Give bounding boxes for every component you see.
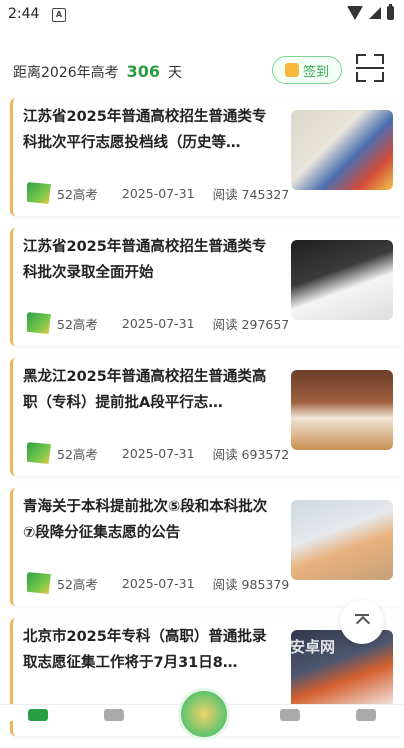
signal-icon [369, 7, 381, 19]
countdown-unit: 天 [168, 65, 183, 81]
article-title: 黑龙江2025年普通高校招生普通类高职（专科）提前批A段平行志… [23, 369, 267, 411]
article-source: 52高考 [57, 186, 98, 202]
article-date: 2025-07-31 [121, 445, 195, 461]
status-time: 2:44 [8, 6, 40, 22]
article-title: 江苏省2025年普通高校招生普通类专科批次录取全面开始 [23, 239, 267, 281]
article-feed: 江苏省2025年普通高校招生普通类专科批次平行志愿投档线（历史等… 52高考 2… [10, 98, 404, 748]
article-thumbnail [291, 370, 393, 450]
countdown-days: 306 [126, 62, 161, 81]
source-logo-icon [27, 312, 51, 334]
notification-icon: A [52, 8, 66, 22]
article-thumbnail [291, 110, 393, 190]
scroll-to-top-button[interactable] [340, 600, 384, 644]
article-source: 52高考 [57, 576, 98, 592]
nav-book-icon[interactable] [104, 709, 124, 721]
wifi-icon [347, 6, 363, 20]
checkin-label: 签到 [302, 64, 329, 80]
scan-icon[interactable] [356, 54, 384, 82]
nav-profile-icon[interactable] [356, 709, 376, 721]
article-thumbnail [291, 240, 393, 320]
source-logo-icon [27, 182, 51, 204]
article-meta: 52高考 2025-07-31 阅读 745327 [27, 182, 297, 204]
exam-countdown: 距离2026年高考 306 天 [13, 62, 182, 82]
article-source: 52高考 [57, 446, 98, 462]
article-card[interactable]: 江苏省2025年普通高校招生普通类专科批次平行志愿投档线（历史等… 52高考 2… [10, 98, 404, 216]
article-date: 2025-07-31 [121, 315, 195, 331]
article-meta: 52高考 2025-07-31 阅读 693572 [27, 442, 297, 464]
article-reads: 阅读 985379 [212, 576, 290, 592]
checkin-button[interactable]: 签到 [272, 56, 342, 84]
system-icons [347, 4, 394, 20]
countdown-label: 距离2026年高考 [13, 65, 119, 81]
article-source: 52高考 [57, 316, 98, 332]
source-logo-icon [27, 442, 51, 464]
article-date: 2025-07-31 [121, 575, 195, 591]
top-header: 距离2026年高考 306 天 签到 [0, 40, 404, 96]
watermark-text: 安卓网 [290, 638, 336, 656]
article-reads: 阅读 693572 [212, 446, 290, 462]
article-title: 青海关于本科提前批次⑤段和本科批次⑦段降分征集志愿的公告 [23, 499, 268, 541]
article-meta: 52高考 2025-07-31 阅读 985379 [27, 572, 297, 594]
article-card[interactable]: 青海关于本科提前批次⑤段和本科批次⑦段降分征集志愿的公告 52高考 2025-0… [10, 488, 404, 606]
nav-home-icon[interactable] [28, 709, 48, 721]
battery-icon [387, 4, 394, 20]
article-date: 2025-07-31 [121, 185, 195, 201]
status-bar: 2:44 A [0, 0, 404, 30]
article-title: 北京市2025年专科（高职）普通批录取志愿征集工作将于7月31日8… [23, 629, 267, 671]
source-logo-icon [27, 572, 51, 594]
calendar-icon [284, 63, 299, 77]
center-nav-button[interactable] [178, 688, 230, 740]
article-reads: 阅读 745327 [212, 186, 290, 202]
article-thumbnail [291, 500, 393, 580]
nav-card-icon[interactable] [280, 709, 300, 721]
article-card[interactable]: 黑龙江2025年普通高校招生普通类高职（专科）提前批A段平行志… 52高考 20… [10, 358, 404, 476]
article-title: 江苏省2025年普通高校招生普通类专科批次平行志愿投档线（历史等… [23, 109, 267, 151]
article-meta: 52高考 2025-07-31 阅读 297657 [27, 312, 297, 334]
article-reads: 阅读 297657 [212, 316, 290, 332]
article-card[interactable]: 江苏省2025年普通高校招生普通类专科批次录取全面开始 52高考 2025-07… [10, 228, 404, 346]
